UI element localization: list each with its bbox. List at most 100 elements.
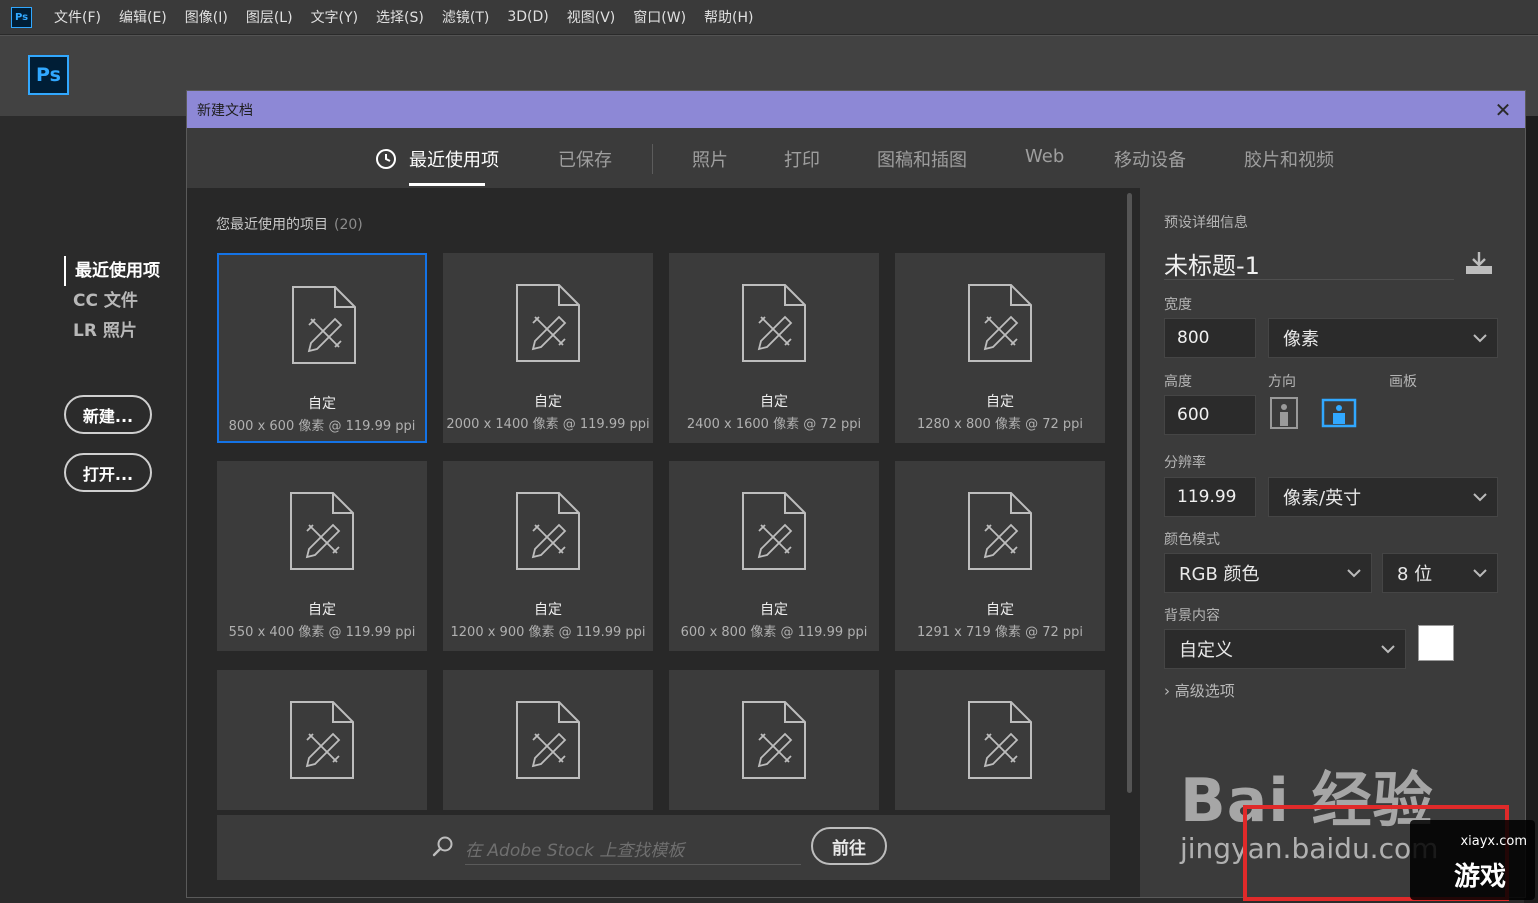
search-icon [432, 836, 453, 857]
chevron-down-icon [1381, 645, 1395, 654]
home-nav-cc-files[interactable]: CC 文件 [64, 286, 160, 316]
menu-filter[interactable]: 滤镜(T) [442, 7, 489, 27]
recent-items-count: (20) [334, 217, 363, 233]
preset-card-name: 自定 [308, 396, 336, 412]
color-mode-select[interactable]: RGB 颜色 [1164, 553, 1372, 593]
menu-file[interactable]: 文件(F) [54, 7, 101, 27]
preset-card-size: 1200 x 900 像素 @ 119.99 ppi [450, 625, 646, 640]
preset-card[interactable] [217, 670, 427, 810]
stock-search-input[interactable]: 在 Adobe Stock 上查找模板 [465, 833, 801, 865]
preset-card[interactable]: 自定 600 x 800 像素 @ 119.99 ppi [669, 461, 879, 651]
scrollbar[interactable] [1127, 193, 1132, 793]
height-input[interactable]: 600 [1164, 395, 1256, 435]
preset-card[interactable]: 自定 550 x 400 像素 @ 119.99 ppi [217, 461, 427, 651]
preset-card-name: 自定 [986, 602, 1014, 618]
menu-layer[interactable]: 图层(L) [246, 7, 293, 27]
resolution-unit-value: 像素/英寸 [1283, 488, 1362, 509]
width-input[interactable]: 800 [1164, 318, 1256, 358]
document-icon [741, 283, 807, 363]
background-label: 背景内容 [1164, 608, 1220, 624]
orientation-label: 方向 [1268, 374, 1296, 390]
document-icon [741, 700, 807, 780]
preset-card[interactable] [443, 670, 653, 810]
home-nav-lr-photos[interactable]: LR 照片 [64, 316, 160, 346]
tab-separator [652, 144, 653, 174]
chevron-right-icon: › [1164, 682, 1170, 700]
tab-art-illustration[interactable]: 图稿和插图 [877, 146, 967, 172]
preset-card[interactable]: 自定 2000 x 1400 像素 @ 119.99 ppi [443, 253, 653, 443]
resolution-unit-select[interactable]: 像素/英寸 [1268, 477, 1498, 517]
chevron-down-icon [1473, 569, 1487, 578]
recent-items-title: 您最近使用的项目 (20) [216, 214, 363, 234]
background-value: 自定义 [1179, 640, 1233, 661]
home-nav-recent[interactable]: 最近使用项 [64, 256, 160, 286]
tab-active-indicator [409, 183, 485, 186]
resolution-label: 分辨率 [1164, 455, 1206, 471]
menu-window[interactable]: 窗口(W) [633, 7, 686, 27]
document-icon [515, 283, 581, 363]
menu-type[interactable]: 文字(Y) [311, 7, 358, 27]
preset-card[interactable]: 自定 800 x 600 像素 @ 119.99 ppi [217, 253, 427, 443]
menu-select[interactable]: 选择(S) [376, 7, 424, 27]
preset-card[interactable] [669, 670, 879, 810]
document-name-field[interactable]: 未标题-1 [1164, 246, 1454, 280]
advanced-options-toggle[interactable]: › 高级选项 [1164, 680, 1235, 701]
preset-card-size: 550 x 400 像素 @ 119.99 ppi [228, 625, 416, 640]
recent-items-pane: 您最近使用的项目 (20) 自定 800 x 600 像素 @ 119.99 ppi… [187, 188, 1140, 897]
portrait-icon[interactable] [1269, 396, 1299, 430]
document-icon [741, 491, 807, 571]
tab-saved[interactable]: 已保存 [558, 146, 612, 172]
preset-card[interactable]: 自定 1200 x 900 像素 @ 119.99 ppi [443, 461, 653, 651]
close-icon[interactable]: ✕ [1491, 98, 1515, 122]
preset-card[interactable]: 自定 2400 x 1600 像素 @ 72 ppi [669, 253, 879, 443]
preset-card[interactable] [895, 670, 1105, 810]
preset-tabs: 最近使用项 已保存 照片 打印 图稿和插图 Web 移动设备 胶片和视频 [187, 128, 1525, 188]
artboard-label: 画板 [1389, 374, 1417, 390]
color-mode-value: RGB 颜色 [1179, 564, 1260, 585]
tab-film-video[interactable]: 胶片和视频 [1244, 146, 1334, 172]
resolution-input[interactable]: 119.99 [1164, 477, 1256, 517]
preset-card[interactable]: 自定 1291 x 719 像素 @ 72 ppi [895, 461, 1105, 651]
new-button[interactable]: 新建... [64, 395, 152, 434]
preset-details-label: 预设详细信息 [1164, 215, 1248, 231]
height-label: 高度 [1164, 374, 1192, 390]
preset-card-name: 自定 [308, 602, 336, 618]
ps-logo: Ps [28, 55, 69, 95]
menu-help[interactable]: 帮助(H) [704, 7, 753, 27]
preset-card-size: 2400 x 1600 像素 @ 72 ppi [686, 417, 862, 432]
width-unit-select[interactable]: 像素 [1268, 318, 1498, 358]
preset-card-size: 2000 x 1400 像素 @ 119.99 ppi [446, 417, 650, 432]
save-preset-icon[interactable] [1464, 250, 1494, 276]
dialog-title-bar: 新建文档 ✕ [187, 91, 1525, 128]
menu-image[interactable]: 图像(I) [185, 7, 228, 27]
tab-print[interactable]: 打印 [784, 146, 820, 172]
color-mode-label: 颜色模式 [1164, 532, 1220, 548]
preset-card-size: 800 x 600 像素 @ 119.99 ppi [228, 419, 416, 434]
new-document-dialog: 新建文档 ✕ 最近使用项 已保存 照片 打印 图稿和插图 Web 移动设备 胶片… [186, 90, 1526, 898]
document-icon [967, 283, 1033, 363]
bit-depth-select[interactable]: 8 位 [1382, 553, 1498, 593]
width-unit-value: 像素 [1283, 329, 1319, 350]
tab-recent[interactable]: 最近使用项 [409, 146, 499, 172]
background-select[interactable]: 自定义 [1164, 629, 1406, 669]
document-icon [967, 700, 1033, 780]
site-logo: xiayx.com 游戏 [1410, 820, 1535, 900]
preset-card[interactable]: 自定 1280 x 800 像素 @ 72 ppi [895, 253, 1105, 443]
preset-details-pane: 预设详细信息 未标题-1 宽度 800 像素 高度 方向 画板 600 分辨率 … [1140, 188, 1525, 897]
tab-photo[interactable]: 照片 [692, 146, 728, 172]
landscape-icon[interactable] [1321, 398, 1357, 428]
tab-mobile[interactable]: 移动设备 [1114, 146, 1186, 172]
background-color-swatch[interactable] [1418, 625, 1454, 661]
stock-go-button[interactable]: 前往 [811, 827, 887, 865]
menu-edit[interactable]: 编辑(E) [119, 7, 167, 27]
dialog-title: 新建文档 [197, 102, 253, 119]
tab-web[interactable]: Web [1025, 146, 1064, 167]
bit-depth-value: 8 位 [1397, 564, 1433, 585]
menu-bar: Ps 文件(F) 编辑(E) 图像(I) 图层(L) 文字(Y) 选择(S) 滤… [0, 0, 1538, 35]
menu-view[interactable]: 视图(V) [567, 7, 616, 27]
stock-search-bar: 在 Adobe Stock 上查找模板 前往 [217, 815, 1110, 880]
chevron-down-icon [1347, 569, 1361, 578]
preset-card-name: 自定 [534, 394, 562, 410]
open-button[interactable]: 打开... [64, 453, 152, 492]
menu-3d[interactable]: 3D(D) [507, 9, 548, 25]
